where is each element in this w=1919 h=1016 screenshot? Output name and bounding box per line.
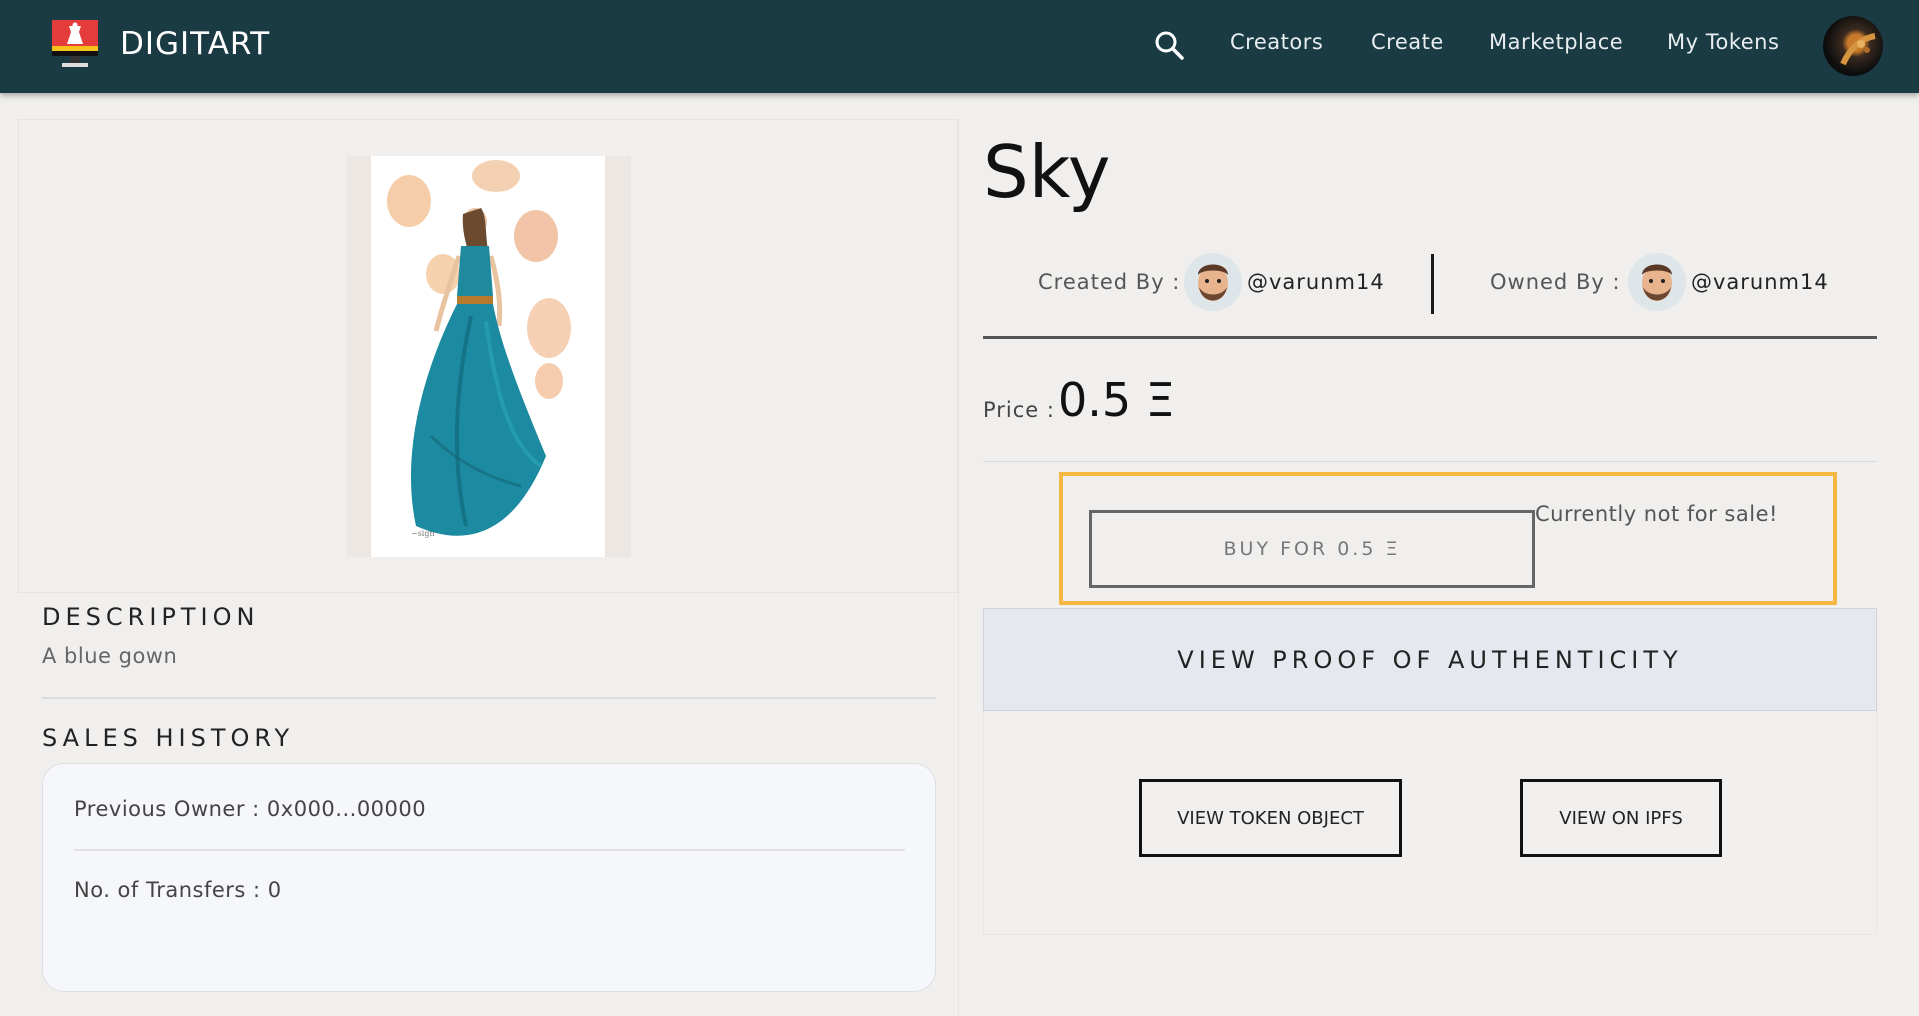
description-text: A blue gown	[42, 644, 178, 668]
nav-link-marketplace[interactable]: Marketplace	[1489, 30, 1623, 54]
search-icon[interactable]	[1153, 29, 1185, 61]
view-proof-button[interactable]: VIEW PROOF OF AUTHENTICITY	[983, 608, 1877, 711]
view-token-object-button[interactable]: VIEW TOKEN OBJECT	[1139, 779, 1402, 857]
monitor-art-logo-icon	[50, 18, 100, 70]
top-navbar: DIGITART Creators Create Marketplace My …	[0, 0, 1919, 93]
view-on-ipfs-button[interactable]: VIEW ON IPFS	[1520, 779, 1722, 857]
sales-history-card: Previous Owner : 0x000...00000 No. of Tr…	[42, 763, 936, 992]
creator-handle[interactable]: @varunm14	[1247, 270, 1385, 294]
nav-link-creators[interactable]: Creators	[1230, 30, 1323, 54]
owner-handle[interactable]: @varunm14	[1691, 270, 1829, 294]
divider	[983, 336, 1877, 339]
svg-text:~sign: ~sign	[411, 529, 435, 538]
links-panel	[983, 711, 1877, 935]
divider	[983, 461, 1877, 462]
artwork-image: ~sign	[347, 156, 631, 557]
nav-link-create[interactable]: Create	[1371, 30, 1444, 54]
sale-status-text: Currently not for sale!	[1535, 502, 1778, 526]
creator-avatar-icon[interactable]	[1184, 253, 1242, 311]
nav-link-my-tokens[interactable]: My Tokens	[1667, 30, 1779, 54]
price-value: 0.5 Ξ	[1058, 373, 1175, 427]
price-label: Price :	[983, 398, 1055, 422]
sales-history-heading: SALES HISTORY	[42, 724, 295, 752]
description-heading: DESCRIPTION	[42, 603, 260, 631]
ownership-row: Created By : @varunm14 Owned By : @varun…	[983, 250, 1877, 318]
token-title: Sky	[983, 130, 1111, 214]
divider	[74, 849, 905, 851]
owned-by-label: Owned By :	[1490, 270, 1621, 294]
transfer-count: No. of Transfers : 0	[74, 878, 282, 902]
owner-avatar-icon[interactable]	[1628, 253, 1686, 311]
divider	[42, 697, 936, 699]
brand[interactable]: DIGITART	[50, 18, 270, 70]
user-avatar-icon[interactable]	[1823, 16, 1883, 76]
created-by-label: Created By :	[1038, 270, 1181, 294]
separator	[1431, 254, 1434, 314]
previous-owner: Previous Owner : 0x000...00000	[74, 797, 427, 821]
buy-button[interactable]: BUY FOR 0.5 Ξ	[1089, 510, 1535, 588]
brand-name: DIGITART	[120, 26, 271, 62]
